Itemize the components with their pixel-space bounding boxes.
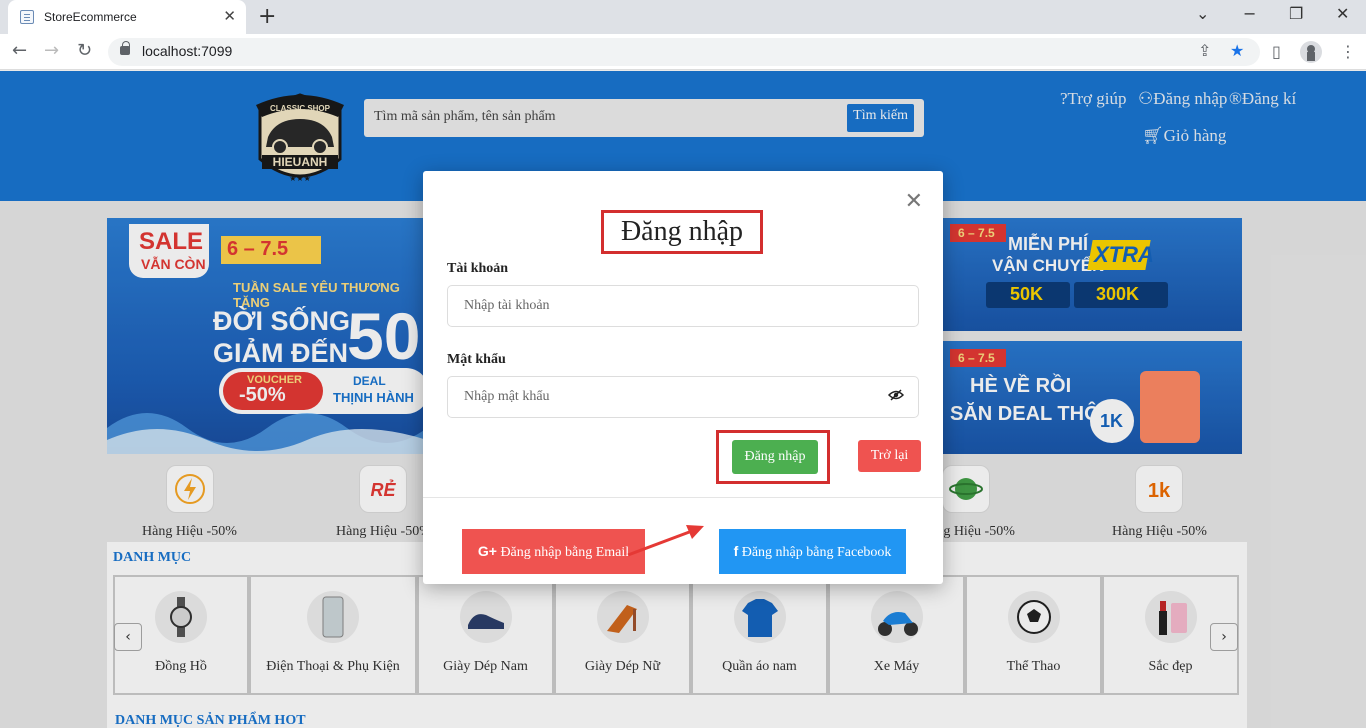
close-window-icon[interactable]: ✕: [1336, 4, 1349, 23]
google-login-label: Đăng nhập bằng Email: [500, 545, 630, 560]
lock-icon[interactable]: [120, 41, 130, 55]
forward-icon[interactable]: →: [44, 40, 59, 61]
minimize-icon[interactable]: −: [1243, 4, 1256, 23]
facebook-login-label: Đăng nhập bằng Facebook: [741, 545, 892, 560]
page-favicon-icon: [20, 10, 34, 24]
account-field[interactable]: Nhập tài khoản: [447, 285, 919, 327]
account-label: Tài khoản: [447, 261, 509, 276]
close-tab-icon[interactable]: ✕: [223, 7, 236, 25]
account-placeholder: Nhập tài khoản: [464, 298, 550, 313]
url-text[interactable]: localhost:7099: [142, 43, 232, 59]
password-field[interactable]: Nhập mật khẩu: [447, 376, 919, 418]
close-icon[interactable]: ✕: [905, 191, 923, 213]
modal-divider: [423, 497, 943, 498]
tab-search-icon[interactable]: ⌄: [1196, 4, 1209, 23]
browser-tab-bar: StoreEcommerce ✕ + ⌄ − ❐ ✕: [0, 0, 1366, 34]
login-button[interactable]: Đăng nhập: [732, 440, 818, 474]
modal-title: Đăng nhập: [601, 210, 763, 254]
share-icon[interactable]: ⇪: [1198, 41, 1211, 60]
reload-icon[interactable]: ↻: [77, 40, 92, 61]
address-bar: ← → ↻ localhost:7099 ⇪ ★ ▯ ⋮: [0, 34, 1366, 70]
back-button[interactable]: Trở lại: [858, 440, 921, 472]
side-panel-icon[interactable]: ▯: [1272, 42, 1281, 61]
new-tab-icon[interactable]: +: [258, 4, 276, 29]
tab-title: StoreEcommerce: [44, 10, 137, 24]
bookmark-star-icon[interactable]: ★: [1230, 41, 1244, 60]
google-login-button[interactable]: G+ Đăng nhập bằng Email: [462, 529, 645, 574]
restore-icon[interactable]: ❐: [1289, 4, 1303, 23]
eye-slash-icon[interactable]: [888, 389, 904, 401]
back-icon[interactable]: ←: [12, 40, 27, 61]
google-plus-icon: G+: [477, 543, 497, 559]
profile-avatar-icon[interactable]: [1300, 41, 1322, 63]
browser-tab[interactable]: StoreEcommerce ✕: [8, 0, 246, 34]
page-content: CLASSIC SHOP HIEUANH ★★★ Tìm mã sản phẩm…: [0, 71, 1366, 728]
facebook-icon: f: [733, 543, 739, 559]
red-arrow-annotation: [627, 525, 704, 557]
url-omnibox[interactable]: localhost:7099 ⇪ ★: [108, 38, 1260, 66]
password-label: Mật khẩu: [447, 352, 506, 367]
menu-kebab-icon[interactable]: ⋮: [1340, 42, 1356, 61]
password-placeholder: Nhập mật khẩu: [464, 389, 550, 404]
facebook-login-button[interactable]: f Đăng nhập bằng Facebook: [719, 529, 906, 574]
